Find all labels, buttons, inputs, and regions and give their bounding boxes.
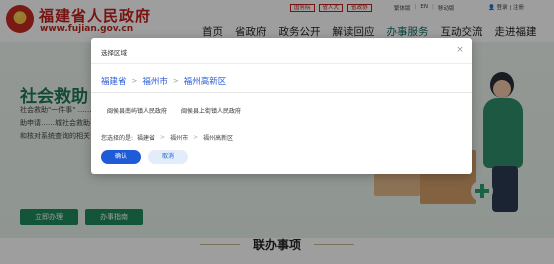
selected-city: 福州市	[170, 135, 189, 142]
region-option[interactable]: 闽侯县上街镇人民政府	[181, 106, 241, 115]
dialog-title: 选择区域	[101, 49, 127, 57]
breadcrumb-city[interactable]: 福州市	[142, 75, 168, 87]
close-icon[interactable]: ×	[454, 44, 466, 56]
region-select-dialog: 选择区域 × 福建省 > 福州市 > 福州高新区 闽侯县南屿镇人民政府 闽侯县上…	[91, 38, 472, 174]
breadcrumb-divider	[91, 92, 472, 93]
confirm-button[interactable]: 确认	[101, 150, 141, 164]
region-option[interactable]: 闽侯县南屿镇人民政府	[107, 106, 167, 115]
breadcrumb-province[interactable]: 福建省	[101, 75, 127, 87]
dialog-header-divider	[91, 63, 472, 64]
chevron-right-icon: >	[193, 134, 199, 141]
chevron-right-icon: >	[131, 77, 138, 85]
selected-label: 您选择的是:	[101, 135, 134, 142]
cancel-button[interactable]: 取消	[148, 150, 188, 164]
chevron-right-icon: >	[172, 77, 179, 85]
selected-district: 福州高新区	[203, 135, 234, 142]
region-breadcrumb: 福建省 > 福州市 > 福州高新区	[101, 75, 226, 87]
chevron-right-icon: >	[160, 134, 166, 141]
breadcrumb-district[interactable]: 福州高新区	[184, 75, 227, 87]
selected-region-summary: 您选择的是: 福建省 > 福州市 > 福州高新区	[101, 133, 233, 142]
selected-province: 福建省	[137, 135, 156, 142]
